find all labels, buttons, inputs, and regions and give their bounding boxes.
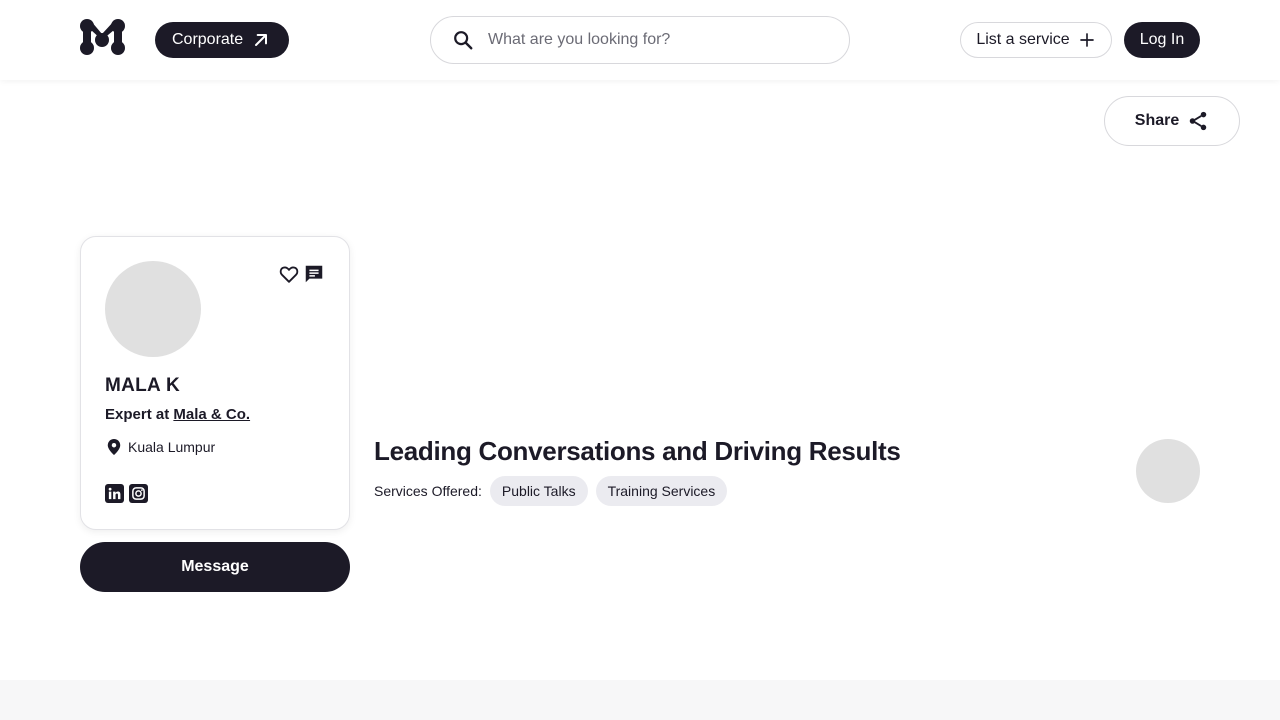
list-service-label: List a service (976, 31, 1070, 48)
map-pin-icon (107, 439, 121, 455)
brand-logo-icon[interactable] (80, 18, 126, 56)
profile-location: Kuala Lumpur (107, 439, 215, 455)
services-label: Services Offered: (374, 483, 482, 499)
chat-icon[interactable] (303, 263, 325, 285)
role-prefix: Expert at (105, 406, 170, 423)
search-icon (454, 31, 473, 50)
footer (0, 680, 1280, 720)
login-button[interactable]: Log In (1124, 22, 1200, 58)
search-bar[interactable] (430, 16, 850, 64)
share-icon (1189, 111, 1207, 131)
service-tag[interactable]: Public Talks (489, 476, 588, 506)
top-nav: Corporate List a service Log In (0, 0, 1280, 80)
search-input[interactable] (488, 31, 818, 49)
list-service-button[interactable]: List a service (960, 22, 1112, 58)
linkedin-icon[interactable] (105, 484, 124, 503)
plus-icon (1079, 33, 1094, 47)
corporate-label: Corporate (172, 31, 244, 48)
profile-card: MALA K Expert at Mala & Co. Kuala Lumpur (80, 236, 350, 530)
services-offered: Services Offered: Public Talks Training … (374, 476, 728, 506)
profile-name: MALA K (105, 375, 180, 396)
company-link[interactable]: Mala & Co. (173, 406, 250, 423)
company-avatar (1136, 439, 1200, 503)
location-label: Kuala Lumpur (128, 439, 216, 455)
profile-role: Expert at Mala & Co. (105, 406, 250, 423)
avatar (105, 261, 201, 357)
social-links (105, 484, 148, 503)
share-button[interactable]: Share (1104, 96, 1240, 146)
page-title: Leading Conversations and Driving Result… (374, 436, 901, 466)
share-label: Share (1134, 112, 1180, 129)
instagram-icon[interactable] (129, 484, 148, 503)
message-button[interactable]: Message (80, 542, 350, 592)
service-tag[interactable]: Training Services (595, 476, 728, 506)
corporate-button[interactable]: Corporate (155, 22, 290, 58)
heart-icon[interactable] (278, 263, 300, 285)
arrow-up-right-icon (255, 34, 268, 46)
